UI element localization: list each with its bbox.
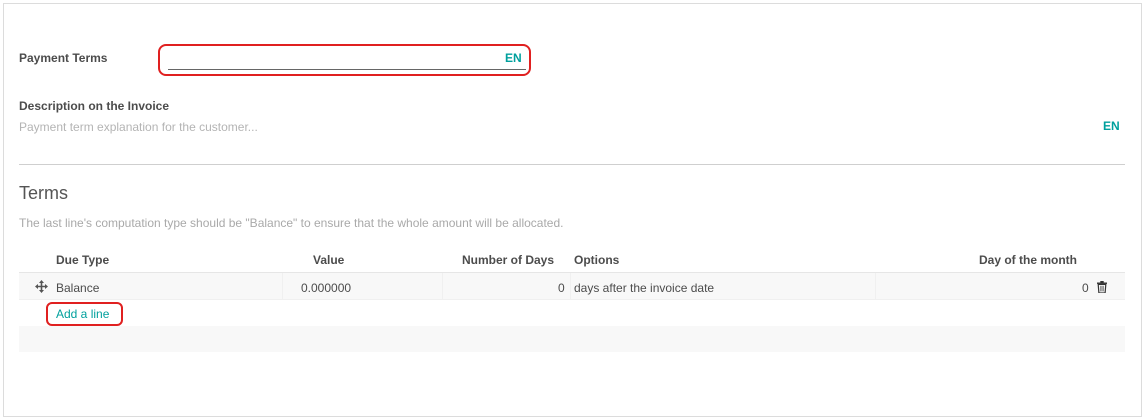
move-arrows-icon[interactable] (35, 280, 48, 293)
section-divider (19, 164, 1125, 165)
name-translate-button[interactable]: EN (505, 51, 522, 65)
payment-terms-label: Payment Terms (19, 51, 108, 65)
description-label: Description on the Invoice (19, 99, 170, 113)
cell-options[interactable]: days after the invoice date (574, 281, 714, 295)
column-options[interactable]: Options (574, 253, 619, 267)
cell-divider (442, 273, 443, 300)
column-due-type[interactable]: Due Type (56, 253, 109, 267)
terms-table-header: Due Type Value Number of Days Options Da… (19, 250, 1125, 273)
cell-divider (282, 273, 283, 300)
cell-divider (570, 273, 571, 300)
cell-number-of-days[interactable]: 0 (558, 281, 565, 295)
cell-divider (875, 273, 876, 300)
table-row[interactable]: Balance 0.000000 0 days after the invoic… (19, 273, 1125, 300)
description-input[interactable] (19, 117, 1079, 137)
add-line-row (19, 300, 1125, 326)
cell-day-of-month[interactable]: 0 (1082, 281, 1089, 295)
column-number-of-days[interactable]: Number of Days (462, 253, 554, 267)
column-day-of-month[interactable]: Day of the month (979, 253, 1077, 267)
payment-terms-input[interactable] (168, 48, 526, 70)
cell-due-type[interactable]: Balance (56, 281, 99, 295)
terms-help-text: The last line's computation type should … (19, 216, 564, 230)
empty-table-row (19, 326, 1125, 352)
terms-section-title: Terms (19, 183, 68, 203)
add-line-link[interactable]: Add a line (56, 307, 109, 321)
column-value[interactable]: Value (313, 253, 344, 267)
description-translate-button[interactable]: EN (1103, 119, 1120, 133)
cell-value[interactable]: 0.000000 (301, 281, 351, 295)
trash-icon[interactable] (1097, 281, 1107, 293)
